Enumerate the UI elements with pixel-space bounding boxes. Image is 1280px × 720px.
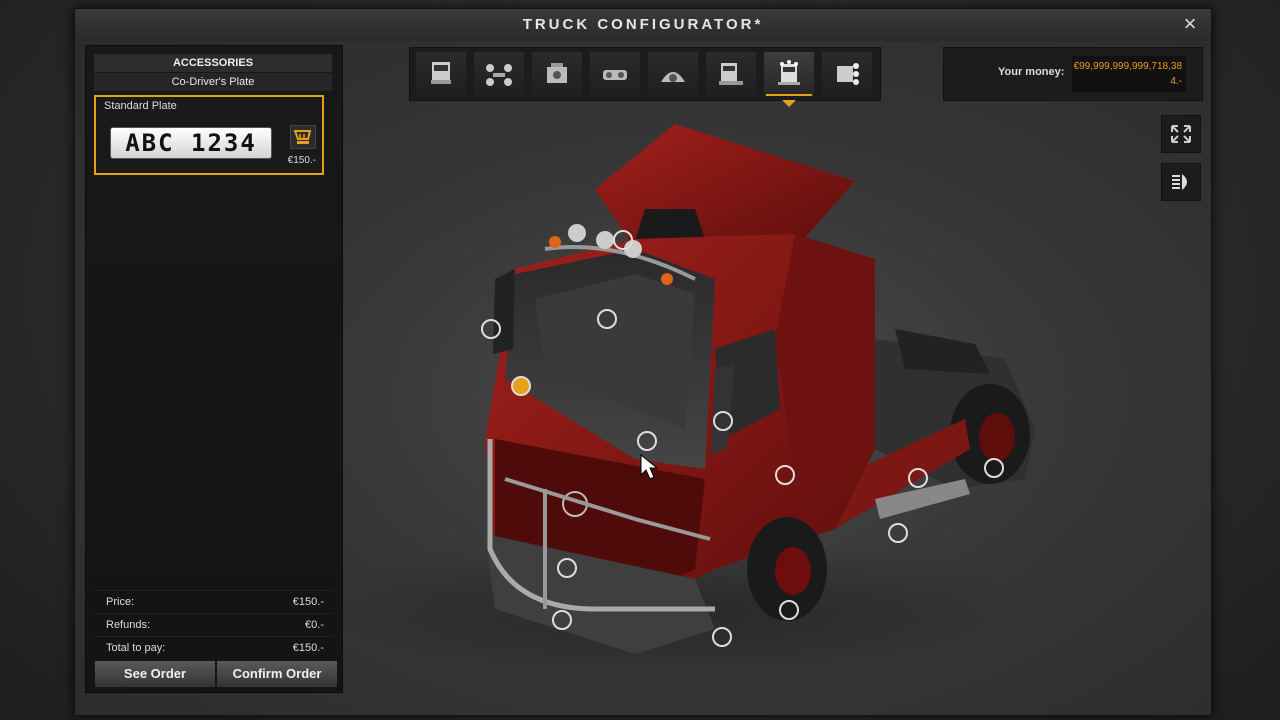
active-tab-marker [782, 100, 796, 107]
paint-icon [837, 63, 859, 85]
category-tabs [409, 47, 881, 107]
fullscreen-button[interactable] [1161, 115, 1201, 153]
configurator-window: TRUCK CONFIGURATOR* × ACCESSORIES Co-Dri… [74, 8, 1212, 716]
hotspot-codriver-plate-selected[interactable] [511, 376, 531, 396]
totals-row-refunds: Refunds: €0.- [94, 613, 332, 636]
tab-paint[interactable] [822, 52, 872, 96]
tab-engine[interactable] [532, 52, 582, 96]
chassis-icon [486, 64, 512, 86]
truck-front-icon [431, 62, 451, 84]
accessories-icon [778, 60, 800, 85]
cabin-icon [719, 63, 743, 85]
accessories-panel: ACCESSORIES Co-Driver's Plate Standard P… [85, 45, 343, 693]
hotspot-sidebar[interactable] [888, 523, 908, 543]
see-order-button[interactable]: See Order [94, 660, 216, 688]
tab-accessories[interactable] [764, 52, 814, 107]
active-tab-underline [766, 94, 812, 96]
totals-value: €150.- [292, 642, 324, 654]
order-totals: Price: €150.- Refunds: €0.- Total to pay… [94, 590, 332, 656]
tab-chassis[interactable] [474, 52, 524, 96]
tab-transmission[interactable] [590, 52, 640, 96]
cart-icon[interactable] [290, 125, 316, 149]
engine-icon [547, 63, 567, 83]
plate-price: €150.- [287, 155, 316, 166]
confirm-order-button[interactable]: Confirm Order [216, 660, 338, 688]
totals-row-price: Price: €150.- [94, 590, 332, 613]
totals-label: Total to pay: [106, 642, 166, 654]
transmission-icon [603, 70, 627, 80]
money-value: €99,999,999,999,718,384.- [1072, 56, 1186, 92]
expand-icon [1171, 125, 1191, 143]
totals-value: €150.- [292, 596, 324, 608]
totals-label: Refunds: [106, 619, 151, 631]
tab-cabin[interactable] [706, 52, 756, 96]
plate-option-title: Standard Plate [104, 100, 177, 112]
tab-truck[interactable] [416, 52, 466, 96]
headlight-icon [1172, 174, 1187, 190]
license-plate-preview: ABC 1234 [110, 127, 272, 159]
totals-value: €0.- [305, 619, 324, 631]
panel-subheader: Co-Driver's Plate [94, 73, 332, 91]
totals-label: Price: [106, 596, 135, 608]
plate-option-card[interactable]: Standard Plate ABC 1234 €150.- [94, 95, 324, 175]
money-panel: Your money: €99,999,999,999,718,384.- [943, 47, 1203, 101]
money-label: Your money: [998, 66, 1065, 78]
tab-interior[interactable] [648, 52, 698, 96]
totals-row-total: Total to pay: €150.- [94, 636, 332, 659]
interior-icon [661, 72, 685, 82]
lights-toggle-button[interactable] [1161, 163, 1201, 201]
panel-header: ACCESSORIES [94, 54, 332, 72]
